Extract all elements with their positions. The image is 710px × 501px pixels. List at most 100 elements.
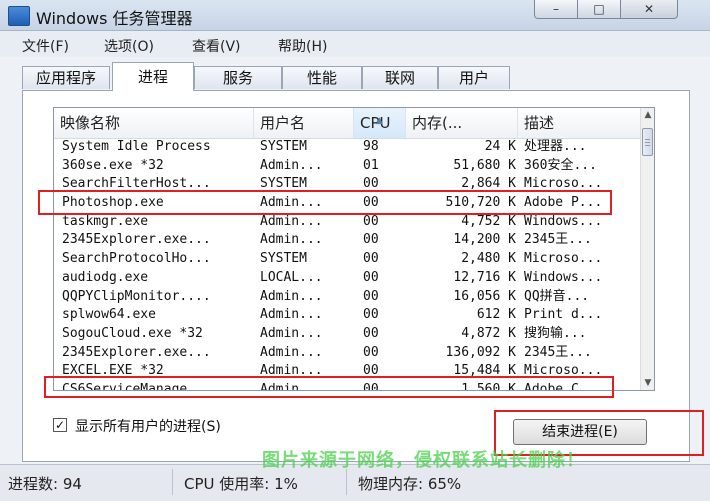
cell-user-name: Admin... [260, 213, 323, 229]
close-icon: ✕ [643, 2, 655, 16]
process-row[interactable]: QQPYClipMonitor.... Admin... 00 16,056 K QQ拼… [54, 288, 640, 307]
cell-image-name: SogouCloud.exe *32 [62, 325, 203, 341]
highlight-box-photoshop [38, 190, 612, 215]
cell-image-name: splwow64.exe [62, 307, 156, 323]
show-all-users-label: 显示所有用户的进程(S) [75, 419, 221, 435]
process-rows: System Idle Process SYSTEM 98 24 K 处理器... 360… [54, 138, 640, 390]
cell-image-name: audiodg.exe [62, 269, 149, 285]
menu-help[interactable]: 帮助(H) [278, 36, 327, 56]
cell-image-name: 2345Explorer.exe... [62, 232, 211, 248]
cell-memory: 16,056 K [453, 288, 516, 304]
cell-description: Windows... [524, 213, 603, 229]
cell-user-name: Admin... [260, 288, 323, 304]
process-row[interactable]: SearchProtocolHo... SYSTEM 00 2,480 K Micros… [54, 250, 640, 269]
process-row[interactable]: 2345Explorer.exe... Admin... 00 14,200 K 234… [54, 231, 640, 250]
column-header-user-name[interactable]: 用户名 [254, 108, 354, 138]
cell-user-name: Admin... [260, 344, 323, 360]
watermark-text: 图片来源于网络，侵权联系站长删除！ [262, 450, 585, 471]
tab-services[interactable]: 服务 [194, 66, 282, 89]
cell-user-name: Admin... [260, 325, 323, 341]
highlight-box-cs6servicemanager [44, 376, 614, 398]
tab-networking[interactable]: 联网 [362, 66, 438, 89]
cell-image-name: QQPYClipMonitor.... [62, 288, 211, 304]
cell-cpu: 00 [363, 269, 379, 285]
tab-users[interactable]: 用户 [438, 66, 510, 89]
cell-memory: 612 K [476, 307, 516, 323]
scroll-down-icon[interactable]: ▼ [641, 376, 654, 390]
process-row[interactable]: 360se.exe *32 Admin... 01 51,680 K 360安全... [54, 157, 640, 176]
menu-view[interactable]: 查看(V) [192, 36, 241, 56]
cell-memory: 14,200 K [453, 232, 516, 248]
cell-user-name: SYSTEM [260, 251, 307, 267]
cell-description: 360安全... [524, 157, 597, 173]
list-header: 映像名称 用户名 ▲ CPU 内存(... 描述 [54, 108, 640, 139]
title-bar[interactable]: Windows 任务管理器 – □ ✕ [0, 0, 710, 31]
cell-description: Microso... [524, 251, 603, 267]
tab-processes[interactable]: 进程 [112, 62, 194, 91]
process-row[interactable]: taskmgr.exe Admin... 00 4,752 K Windows... [54, 213, 640, 232]
cell-user-name: Admin... [260, 157, 323, 173]
cell-cpu: 00 [363, 251, 379, 267]
cell-description: QQ拼音... [524, 288, 590, 304]
cell-memory: 4,872 K [461, 325, 516, 341]
menu-file[interactable]: 文件(F) [22, 36, 69, 56]
cell-image-name: 360se.exe *32 [62, 157, 164, 173]
cell-memory: 51,680 K [453, 157, 516, 173]
vertical-scrollbar[interactable]: ▲ ▼ [640, 108, 654, 390]
minimize-icon: – [553, 2, 559, 16]
processes-panel: 映像名称 用户名 ▲ CPU 内存(... 描述 System Idle Pro… [22, 90, 690, 462]
tab-applications[interactable]: 应用程序 [22, 66, 110, 89]
sort-ascending-icon: ▲ [376, 116, 383, 126]
status-process-count: 进程数: 94 [8, 475, 82, 493]
cell-description: 2345王... [524, 344, 592, 360]
column-header-description[interactable]: 描述 [518, 108, 640, 138]
cell-cpu: 00 [363, 213, 379, 229]
column-header-cpu[interactable]: ▲ CPU [354, 108, 406, 138]
cell-cpu: 00 [363, 307, 379, 323]
cell-description: Print d... [524, 307, 603, 323]
cell-image-name: taskmgr.exe [62, 213, 149, 229]
scrollbar-thumb[interactable] [642, 128, 653, 156]
cell-cpu: 00 [363, 344, 379, 360]
cell-user-name: LOCAL... [260, 269, 323, 285]
tab-performance[interactable]: 性能 [282, 66, 362, 89]
cell-memory: 136,092 K [445, 344, 516, 360]
cell-memory: 2,480 K [461, 251, 516, 267]
cell-user-name: SYSTEM [260, 139, 307, 154]
cell-cpu: 00 [363, 232, 379, 248]
window-title: Windows 任务管理器 [36, 9, 193, 28]
cell-description: 搜狗输... [524, 325, 587, 341]
column-header-memory[interactable]: 内存(... [406, 108, 518, 138]
cell-image-name: System Idle Process [62, 139, 211, 154]
menu-options[interactable]: 选项(O) [104, 36, 154, 56]
cell-image-name: SearchProtocolHo... [62, 251, 211, 267]
scroll-up-icon[interactable]: ▲ [641, 108, 654, 122]
close-button[interactable]: ✕ [620, 0, 678, 19]
column-header-image-name[interactable]: 映像名称 [54, 108, 254, 138]
task-manager-icon [8, 6, 30, 26]
cell-cpu: 00 [363, 288, 379, 304]
cell-cpu: 98 [363, 139, 379, 154]
cell-memory: 4,752 K [461, 213, 516, 229]
process-row[interactable]: System Idle Process SYSTEM 98 24 K 处理器... [54, 138, 640, 157]
status-cpu-usage: CPU 使用率: 1% [184, 475, 298, 493]
process-row[interactable]: splwow64.exe Admin... 00 612 K Print d... [54, 306, 640, 325]
show-all-users-checkbox[interactable]: ✓ [53, 418, 67, 432]
process-row[interactable]: 2345Explorer.exe... Admin... 00 136,092 K 23… [54, 344, 640, 363]
process-list[interactable]: 映像名称 用户名 ▲ CPU 内存(... 描述 System Idle Pro… [53, 107, 655, 391]
cell-description: 处理器... [524, 139, 587, 154]
minimize-button[interactable]: – [534, 0, 578, 19]
status-physical-memory: 物理内存: 65% [358, 475, 462, 493]
cell-cpu: 01 [363, 157, 379, 173]
maximize-button[interactable]: □ [577, 0, 621, 19]
maximize-icon: □ [593, 2, 605, 16]
cell-cpu: 00 [363, 325, 379, 341]
process-row[interactable]: SogouCloud.exe *32 Admin... 00 4,872 K 搜狗输..… [54, 325, 640, 344]
cell-user-name: Admin... [260, 307, 323, 323]
cell-memory: 12,716 K [453, 269, 516, 285]
cell-description: Windows... [524, 269, 603, 285]
process-row[interactable]: audiodg.exe LOCAL... 00 12,716 K Windows... [54, 269, 640, 288]
menu-bar: 文件(F) 选项(O) 查看(V) 帮助(H) [0, 31, 710, 57]
cell-user-name: Admin... [260, 232, 323, 248]
cell-memory: 24 K [484, 139, 516, 154]
